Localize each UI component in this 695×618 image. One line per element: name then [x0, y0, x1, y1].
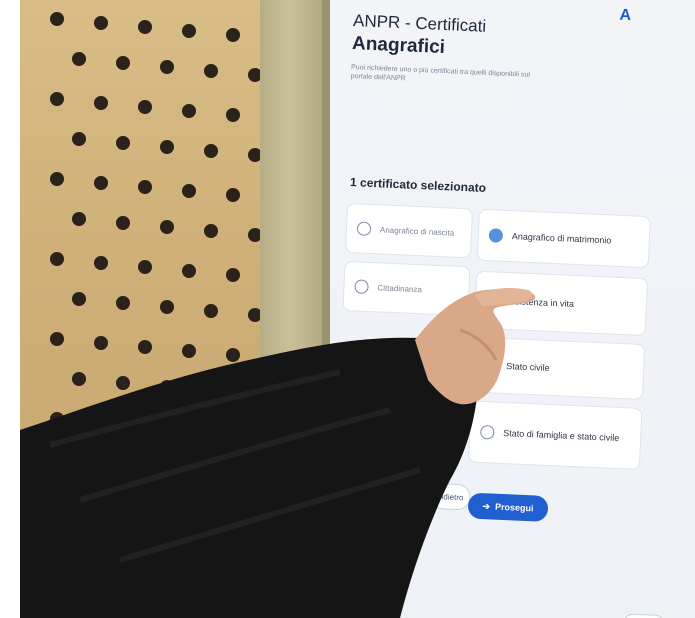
photo-border — [0, 0, 20, 618]
pointing-arm — [20, 287, 536, 618]
photo: A ANPR - Certificati Anagrafici Puoi ric… — [0, 0, 695, 618]
black-sleeve — [20, 337, 479, 618]
